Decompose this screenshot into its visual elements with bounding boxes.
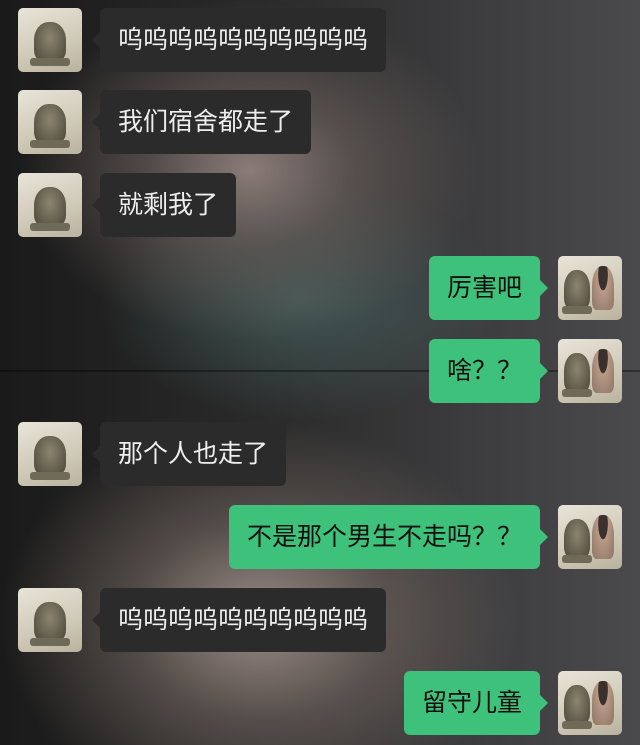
message-row-sent: 不是那个男生不走吗？？	[0, 505, 640, 569]
message-bubble-received[interactable]: 那个人也走了	[91, 422, 287, 486]
my-avatar[interactable]	[558, 339, 622, 403]
message-row-received: 呜呜呜呜呜呜呜呜呜呜	[0, 8, 640, 72]
contact-avatar[interactable]	[18, 173, 82, 237]
message-row-received: 那个人也走了	[0, 422, 640, 486]
message-row-sent: 留守儿童	[0, 671, 640, 735]
message-row-received: 呜呜呜呜呜呜呜呜呜呜	[0, 588, 640, 652]
message-bubble-sent[interactable]: 啥？？	[428, 339, 549, 403]
contact-avatar[interactable]	[18, 422, 82, 486]
message-bubble-sent[interactable]: 不是那个男生不走吗？？	[228, 505, 549, 569]
contact-avatar[interactable]	[18, 588, 82, 652]
message-bubble-received[interactable]: 就剩我了	[91, 173, 237, 237]
my-avatar[interactable]	[558, 505, 622, 569]
message-row-sent: 啥？？	[0, 339, 640, 403]
message-row-received: 我们宿舍都走了	[0, 90, 640, 154]
contact-avatar[interactable]	[18, 8, 82, 72]
message-bubble-sent[interactable]: 留守儿童	[403, 671, 549, 735]
message-bubble-received[interactable]: 呜呜呜呜呜呜呜呜呜呜	[91, 588, 387, 652]
message-bubble-sent[interactable]: 厉害吧	[428, 256, 549, 320]
my-avatar[interactable]	[558, 256, 622, 320]
contact-avatar[interactable]	[18, 90, 82, 154]
message-row-sent: 厉害吧	[0, 256, 640, 320]
message-bubble-received[interactable]: 我们宿舍都走了	[91, 90, 312, 154]
my-avatar[interactable]	[558, 671, 622, 735]
message-bubble-received[interactable]: 呜呜呜呜呜呜呜呜呜呜	[91, 8, 387, 72]
message-row-received: 就剩我了	[0, 173, 640, 237]
